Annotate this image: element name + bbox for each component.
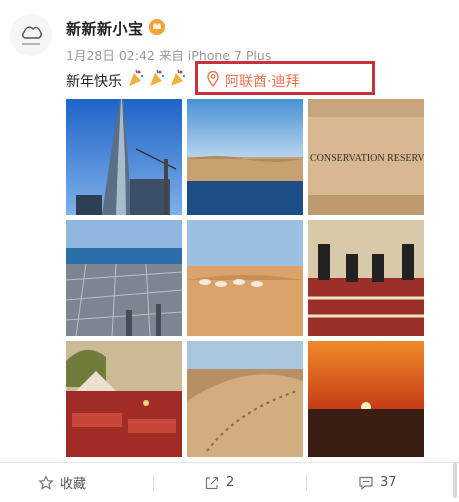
comment-count: 37 — [380, 475, 397, 490]
weibo-post: 新新新小宝 1月28日 02:42 来自 iPhone 7 Plus 新年快乐 … — [0, 0, 459, 501]
photo-camels-desert[interactable] — [187, 220, 303, 336]
party-popper-icon — [149, 69, 165, 87]
post-text: 新年快乐 — [66, 74, 122, 90]
action-bar: 收藏 2 37 — [0, 462, 459, 502]
username[interactable]: 新新新小宝 — [66, 18, 144, 39]
share-icon — [205, 476, 219, 489]
photo-dubai-aerial[interactable] — [66, 220, 182, 336]
photo-bedouin-camp[interactable] — [66, 341, 182, 457]
photo-desert-dinner-musicians[interactable] — [308, 220, 424, 336]
location-label: 阿联酋·迪拜 — [225, 74, 300, 90]
location-tag[interactable]: 阿联酋·迪拜 — [195, 61, 375, 95]
vip-badge-icon — [149, 19, 165, 35]
photo-sand-dune[interactable] — [187, 341, 303, 457]
divider — [153, 475, 154, 491]
party-popper-icon — [170, 69, 186, 87]
photo-burj-khalifa[interactable] — [66, 99, 182, 215]
photo-desert-sunset[interactable] — [308, 341, 424, 457]
star-icon — [38, 474, 54, 490]
comment-icon — [359, 476, 373, 490]
favorite-label: 收藏 — [60, 477, 87, 492]
sign-text: CONSERVATION RESERVE — [310, 153, 424, 164]
repost-count: 2 — [226, 475, 235, 490]
scrollbar[interactable] — [453, 462, 457, 498]
photo-desert-oasis[interactable] — [187, 99, 303, 215]
favorite-button[interactable]: 收藏 — [38, 463, 86, 502]
party-popper-icon — [128, 69, 144, 87]
photo-conservation-reserve-sign[interactable]: CONSERVATION RESERVE — [308, 99, 424, 215]
location-pin-icon — [207, 70, 219, 88]
comment-button[interactable]: 37 — [358, 463, 397, 502]
repost-button[interactable]: 2 — [204, 463, 234, 502]
divider — [306, 475, 307, 491]
avatar[interactable] — [10, 14, 52, 56]
